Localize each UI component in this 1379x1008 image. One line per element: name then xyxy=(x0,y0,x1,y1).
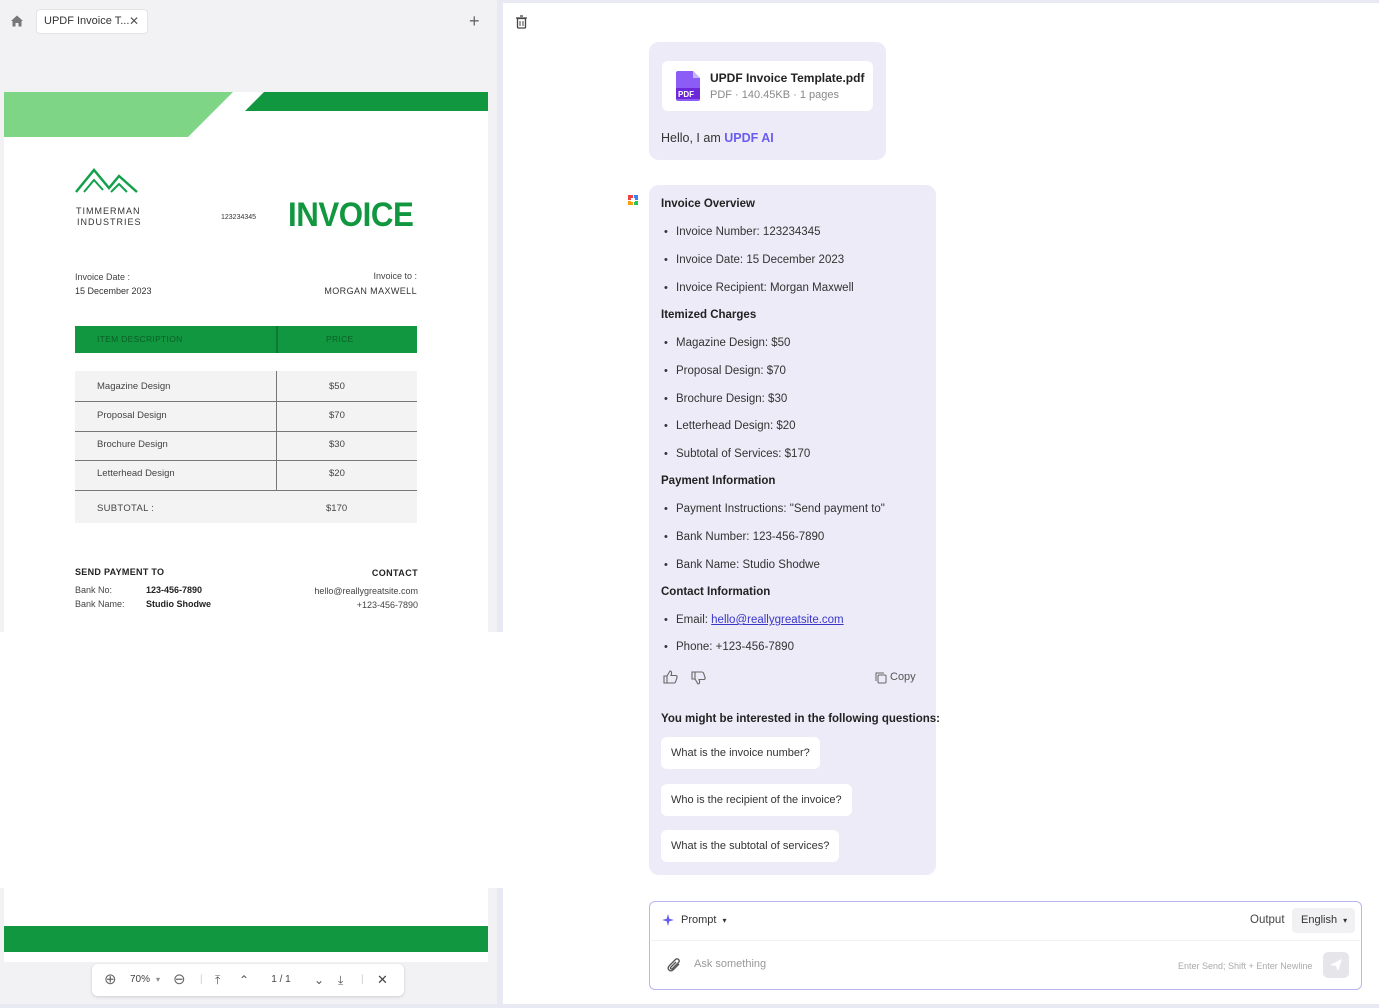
chat-input[interactable]: Ask something xyxy=(694,958,766,970)
file-badge: PDF xyxy=(678,90,694,99)
page-indicator[interactable]: 1 / 1 xyxy=(264,964,298,986)
trash-icon[interactable] xyxy=(515,15,528,29)
list-item: Phone: +123-456-7890 xyxy=(664,641,794,653)
zoom-out-icon[interactable]: ⊖ xyxy=(173,964,186,996)
suggest-heading: You might be interested in the following… xyxy=(661,713,940,725)
list-item: Invoice Date: 15 December 2023 xyxy=(664,254,844,266)
section-title: Itemized Charges xyxy=(661,309,757,321)
new-tab-icon[interactable]: + xyxy=(469,11,480,31)
table-header: ITEM DESCRIPTION PRICE xyxy=(75,326,417,353)
invoice-heading: INVOICE xyxy=(288,196,414,234)
language-select[interactable]: English ▾ xyxy=(1292,908,1355,933)
copy-icon[interactable] xyxy=(875,672,887,684)
bank-no-value: 123-456-7890 xyxy=(146,585,203,595)
keyboard-hint: Enter Send; Shift + Enter Newline xyxy=(1178,961,1313,971)
zoom-level[interactable]: 70% xyxy=(130,964,150,996)
list-item: Bank Name: Studio Shodwe xyxy=(664,559,820,571)
ai-chat-pane xyxy=(503,3,1379,1004)
thumbs-up-icon[interactable] xyxy=(663,670,678,684)
attach-icon[interactable] xyxy=(667,957,682,973)
item-price: $50 xyxy=(329,381,345,392)
list-item: Letterhead Design: $20 xyxy=(664,420,796,432)
company-name-2: INDUSTRIES xyxy=(77,217,142,227)
section-title: Payment Information xyxy=(661,475,776,487)
invoice-date-label: Invoice Date : xyxy=(75,272,131,282)
contact-phone: +123-456-7890 xyxy=(356,600,418,610)
table-row: Proposal Design xyxy=(97,410,167,421)
list-item: Magazine Design: $50 xyxy=(664,337,790,349)
list-item: Brochure Design: $30 xyxy=(664,393,787,405)
header-banner xyxy=(4,92,488,137)
item-price: $70 xyxy=(329,410,345,421)
file-meta: PDF · 140.45KB · 1 pages xyxy=(710,89,840,101)
invoice-to-value: MORGAN MAXWELL xyxy=(324,286,417,296)
list-item: Proposal Design: $70 xyxy=(664,365,786,377)
table-row: Brochure Design xyxy=(97,439,168,450)
chevron-down-icon: ▾ xyxy=(722,916,727,925)
greeting: Hello, I am UPDF AI xyxy=(661,131,774,145)
subtotal-value: $170 xyxy=(326,503,348,514)
ai-avatar-icon xyxy=(628,195,638,205)
item-price: $30 xyxy=(329,439,345,450)
send-button[interactable] xyxy=(1323,952,1349,978)
col-price: PRICE xyxy=(326,334,354,344)
item-price: $20 xyxy=(329,468,345,479)
sparkle-icon xyxy=(662,914,674,926)
bank-name-value: Studio Shodwe xyxy=(146,599,211,609)
prev-page-icon[interactable]: ⌃ xyxy=(239,964,249,996)
last-page-icon[interactable]: ⤓ xyxy=(338,964,343,996)
home-icon[interactable] xyxy=(10,14,24,28)
section-title: Invoice Overview xyxy=(661,198,755,210)
prompt-selector[interactable]: Prompt ▾ xyxy=(681,914,726,926)
chevron-down-icon[interactable]: ▾ xyxy=(156,964,160,996)
suggestion-button[interactable]: What is the invoice number? xyxy=(661,737,820,769)
section-title: Contact Information xyxy=(661,586,771,598)
bank-no-label: Bank No: xyxy=(75,585,113,595)
tab-title: UPDF Invoice T... xyxy=(44,15,130,27)
list-item: Subtotal of Services: $170 xyxy=(664,448,810,460)
contact-heading: CONTACT xyxy=(371,568,418,578)
thumbs-down-icon[interactable] xyxy=(691,671,706,685)
list-item: Payment Instructions: "Send payment to" xyxy=(664,503,885,515)
tab-bar: UPDF Invoice T... ✕ + xyxy=(0,0,497,42)
suggestion-button[interactable]: What is the subtotal of services? xyxy=(661,830,840,862)
viewer-toolbar: ⊕ 70% ▾ ⊖ | ⤒ ⌃ 1 / 1 ⌄ ⤓ | ✕ xyxy=(92,964,404,996)
page-gap xyxy=(0,632,503,888)
list-item: Invoice Number: 123234345 xyxy=(664,226,820,238)
output-label: Output xyxy=(1250,914,1285,926)
suggestion-button[interactable]: Who is the recipient of the invoice? xyxy=(661,784,852,816)
table-row: Letterhead Design xyxy=(97,468,175,479)
list-item: Email: hello@reallygreatsite.com xyxy=(664,614,844,626)
copy-button[interactable]: Copy xyxy=(890,671,916,683)
chevron-down-icon: ▾ xyxy=(1343,916,1348,925)
footer-banner xyxy=(4,926,488,952)
invoice-number: 123234345 xyxy=(221,214,257,221)
list-item: Bank Number: 123-456-7890 xyxy=(664,531,824,543)
list-item: Invoice Recipient: Morgan Maxwell xyxy=(664,282,854,294)
email-link[interactable]: hello@reallygreatsite.com xyxy=(711,614,843,626)
first-page-icon[interactable]: ⤒ xyxy=(215,964,220,996)
subtotal-label: SUBTOTAL : xyxy=(97,503,155,514)
company-name-1: TIMMERMAN xyxy=(76,206,141,216)
zoom-in-icon[interactable]: ⊕ xyxy=(104,964,117,996)
invoice-date-value: 15 December 2023 xyxy=(75,286,152,296)
bank-name-label: Bank Name: xyxy=(75,599,125,609)
brand-name: UPDF AI xyxy=(724,131,774,145)
tab-document[interactable]: UPDF Invoice T... ✕ xyxy=(36,9,148,34)
invoice-to-label: Invoice to : xyxy=(373,271,417,281)
table-row: Magazine Design xyxy=(97,381,171,392)
send-icon xyxy=(1330,959,1342,971)
company-logo-icon xyxy=(75,168,138,193)
col-item-description: ITEM DESCRIPTION xyxy=(97,334,183,344)
file-name: UPDF Invoice Template.pdf xyxy=(710,71,865,85)
close-tab-icon[interactable]: ✕ xyxy=(129,10,139,33)
close-icon[interactable]: ✕ xyxy=(377,964,388,996)
contact-email: hello@reallygreatsite.com xyxy=(314,586,418,596)
send-payment-heading: SEND PAYMENT TO xyxy=(75,567,165,577)
next-page-icon[interactable]: ⌄ xyxy=(314,964,324,996)
